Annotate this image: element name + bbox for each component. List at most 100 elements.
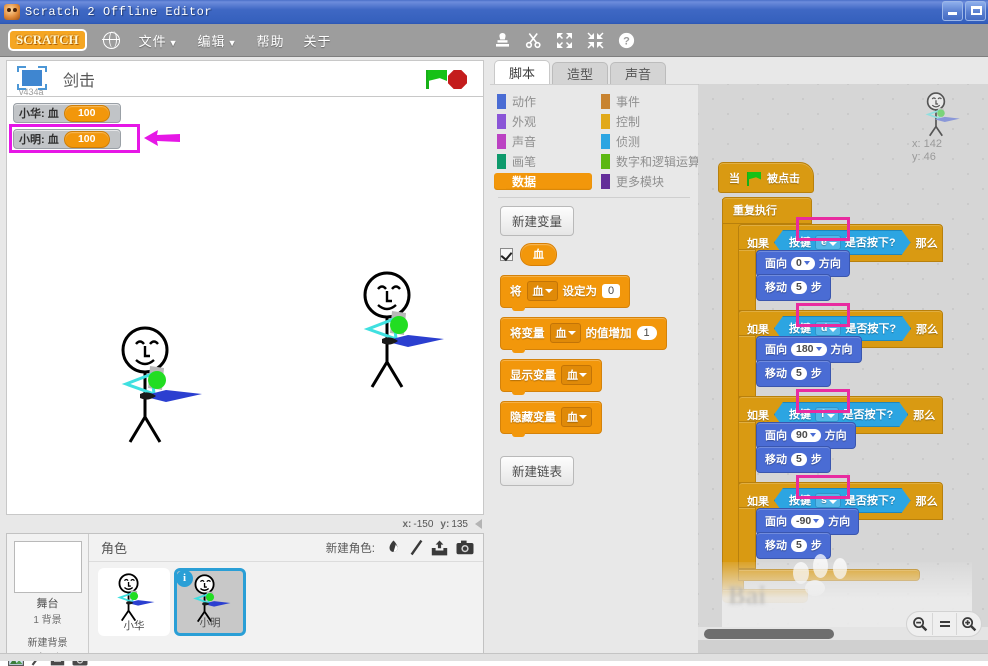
steps-input[interactable]: 5 bbox=[791, 452, 807, 466]
paint-icon[interactable] bbox=[410, 539, 423, 556]
chevron-down-icon: ▼ bbox=[168, 37, 179, 48]
maximize-button[interactable] bbox=[965, 1, 986, 21]
stage-thumbnail[interactable] bbox=[13, 541, 82, 593]
shrink-icon[interactable] bbox=[587, 31, 604, 49]
sprite-info-badge[interactable]: i bbox=[176, 570, 193, 587]
if-block-spine[interactable] bbox=[738, 335, 756, 397]
category-pen[interactable]: 画笔 bbox=[494, 153, 598, 170]
minimize-button[interactable] bbox=[942, 1, 963, 21]
stage-label: 舞台 bbox=[36, 598, 59, 610]
menu-about[interactable]: 关于 bbox=[304, 31, 332, 50]
zoom-out-button[interactable] bbox=[908, 613, 932, 635]
library-icon[interactable] bbox=[385, 539, 402, 556]
variable-reporter[interactable]: 血 bbox=[520, 243, 557, 266]
script-canvas[interactable]: x: 142 y: 46 当 被点击 重复执行 如果 按键 e 是否按下? 那么… bbox=[698, 84, 988, 640]
help-icon[interactable]: ? bbox=[618, 32, 635, 49]
move-steps-block[interactable]: 移动 5 步 bbox=[756, 274, 831, 301]
grow-icon[interactable] bbox=[556, 32, 573, 49]
variable-dropdown[interactable]: 血 bbox=[561, 407, 592, 427]
zoom-in-icon bbox=[961, 617, 976, 632]
category-data[interactable]: 数据 bbox=[494, 173, 592, 190]
stage-selector[interactable]: 舞台 1 背景 新建背景 bbox=[7, 534, 89, 666]
new-list-button[interactable]: 新建链表 bbox=[500, 456, 575, 486]
sprite-tile-xiaoming[interactable]: i 小明 bbox=[174, 568, 246, 636]
sprite-tile-xiaohua[interactable]: 小华 bbox=[98, 568, 170, 636]
block-text: 移动 bbox=[765, 454, 787, 466]
camera-icon[interactable] bbox=[456, 540, 474, 555]
if-block-spine[interactable] bbox=[738, 507, 756, 569]
block-text: 那么 bbox=[915, 495, 938, 508]
stage-sprite-xiaohua[interactable] bbox=[102, 322, 212, 447]
palette-divider bbox=[498, 197, 690, 198]
variable-watcher[interactable]: 小华: 血 100 bbox=[13, 103, 121, 123]
forever-block-label[interactable]: 重复执行 bbox=[722, 197, 812, 224]
block-text: 隐藏变量 bbox=[510, 412, 556, 424]
steps-input[interactable]: 5 bbox=[791, 538, 807, 552]
when-flag-clicked-block[interactable]: 当 被点击 bbox=[718, 162, 814, 193]
upload-icon[interactable] bbox=[431, 540, 448, 556]
zoom-in-button[interactable] bbox=[956, 613, 980, 635]
block-set-variable[interactable]: 将 血 设定为 0 bbox=[500, 275, 631, 311]
scrollbar-thumb[interactable] bbox=[704, 629, 834, 639]
tab-costumes[interactable]: 造型 bbox=[552, 62, 609, 86]
key-dropdown[interactable]: d bbox=[815, 321, 841, 336]
globe-icon[interactable] bbox=[102, 30, 120, 49]
category-operators[interactable]: 数字和逻辑运算 bbox=[598, 153, 702, 170]
direction-input[interactable]: 90 bbox=[791, 428, 821, 442]
variable-dropdown[interactable]: 血 bbox=[549, 323, 581, 343]
point-in-direction-block[interactable]: 面向 0 方向 bbox=[756, 250, 850, 277]
menu-file[interactable]: 文件 ▼ bbox=[139, 31, 179, 50]
category-events[interactable]: 事件 bbox=[598, 93, 702, 110]
steps-input[interactable]: 5 bbox=[791, 280, 807, 294]
move-steps-block[interactable]: 移动 5 步 bbox=[756, 360, 831, 387]
if-block-spine[interactable] bbox=[738, 421, 756, 483]
variable-watcher[interactable]: 小明: 血 100 bbox=[13, 129, 121, 149]
direction-input[interactable]: -90 bbox=[791, 514, 825, 528]
collapse-arrow-icon[interactable] bbox=[475, 519, 482, 529]
category-control[interactable]: 控制 bbox=[598, 113, 702, 130]
block-show-variable[interactable]: 显示变量 血 bbox=[500, 359, 602, 395]
category-label: 更多模块 bbox=[616, 175, 665, 189]
scratch-logo[interactable]: SCRATCH bbox=[8, 29, 87, 51]
category-sensing[interactable]: 侦测 bbox=[598, 133, 702, 150]
variable-dropdown[interactable]: 血 bbox=[561, 365, 592, 385]
block-change-variable[interactable]: 将变量 血 的值增加 1 bbox=[500, 317, 667, 353]
key-dropdown[interactable]: s bbox=[815, 493, 841, 508]
variable-dropdown[interactable]: 血 bbox=[526, 281, 558, 301]
steps-input[interactable]: 5 bbox=[791, 366, 807, 380]
point-in-direction-block[interactable]: 面向 90 方向 bbox=[756, 422, 856, 449]
key-dropdown[interactable]: f bbox=[815, 407, 839, 422]
block-hide-variable[interactable]: 隐藏变量 血 bbox=[500, 401, 602, 437]
menu-edit[interactable]: 编辑 ▼ bbox=[198, 31, 238, 50]
category-looks[interactable]: 外观 bbox=[494, 113, 598, 130]
category-label: 画笔 bbox=[512, 155, 537, 169]
direction-input[interactable]: 0 bbox=[791, 256, 815, 270]
key-dropdown[interactable]: e bbox=[815, 235, 841, 250]
point-in-direction-block[interactable]: 面向 180 方向 bbox=[756, 336, 862, 363]
point-in-direction-block[interactable]: 面向 -90 方向 bbox=[756, 508, 860, 535]
block-text: 按键 bbox=[789, 409, 811, 421]
block-text: 方向 bbox=[824, 430, 847, 442]
if-block-spine[interactable] bbox=[738, 249, 756, 311]
category-sound[interactable]: 声音 bbox=[494, 133, 598, 150]
value-input[interactable]: 1 bbox=[636, 326, 657, 340]
stamp-icon[interactable] bbox=[494, 32, 511, 49]
coord-y-value: 135 bbox=[451, 518, 468, 530]
value-input[interactable]: 0 bbox=[602, 284, 621, 298]
stop-icon[interactable] bbox=[448, 70, 467, 89]
tab-sounds[interactable]: 声音 bbox=[610, 62, 667, 86]
sprite-info-panel: x: 142 y: 46 bbox=[898, 88, 984, 174]
tab-scripts[interactable]: 脚本 bbox=[494, 60, 551, 86]
if-block-foot[interactable] bbox=[738, 569, 920, 581]
menu-help[interactable]: 帮助 bbox=[256, 31, 284, 50]
category-motion[interactable]: 动作 bbox=[494, 93, 598, 110]
move-steps-block[interactable]: 移动 5 步 bbox=[756, 446, 831, 473]
new-variable-button[interactable]: 新建变量 bbox=[500, 206, 575, 236]
category-more-blocks[interactable]: 更多模块 bbox=[598, 173, 702, 190]
variable-checkbox[interactable] bbox=[500, 248, 513, 261]
direction-input[interactable]: 180 bbox=[791, 342, 827, 356]
scissors-icon[interactable] bbox=[525, 32, 542, 49]
zoom-reset-button[interactable] bbox=[932, 613, 956, 635]
stage-canvas[interactable]: 小华: 血 100 小明: 血 100 bbox=[6, 96, 484, 515]
stage-sprite-xiaoming[interactable] bbox=[344, 267, 454, 392]
